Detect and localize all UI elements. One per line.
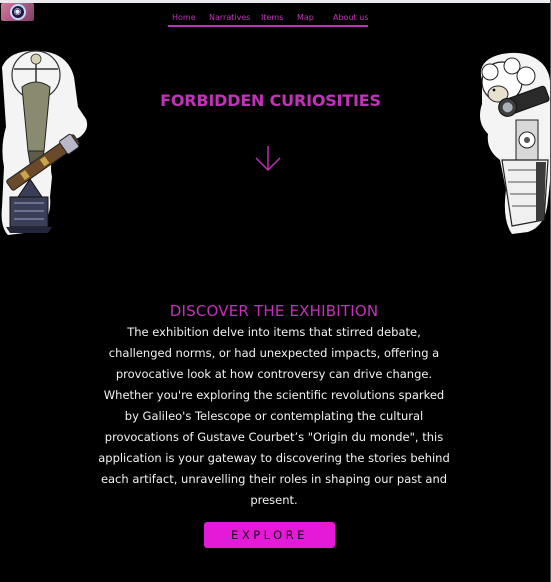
sheep-telescope-collage: [480, 52, 551, 234]
hero-title: FORBIDDEN CURIOSITIES: [160, 90, 381, 110]
browser-top-strip: [0, 0, 551, 3]
nav-map[interactable]: Map: [297, 13, 314, 22]
exhibition-description: The exhibition delve into items that sti…: [98, 325, 450, 507]
camera-lens-icon: ◉: [9, 4, 26, 20]
nav-items[interactable]: Items: [261, 13, 283, 22]
vitruvian-telescope-collage: [1, 50, 88, 235]
main-nav: Home Narratives Items Map About us: [168, 10, 368, 27]
nav-home[interactable]: Home: [172, 13, 196, 22]
site-logo[interactable]: ◉: [1, 3, 34, 21]
explore-button[interactable]: EXPLORE: [204, 522, 335, 548]
arrow-down-icon[interactable]: [254, 145, 282, 173]
exhibition-title: DISCOVER THE EXHIBITION: [169, 302, 379, 321]
nav-about-us[interactable]: About us: [333, 13, 368, 22]
nav-narratives[interactable]: Narratives: [209, 13, 250, 22]
